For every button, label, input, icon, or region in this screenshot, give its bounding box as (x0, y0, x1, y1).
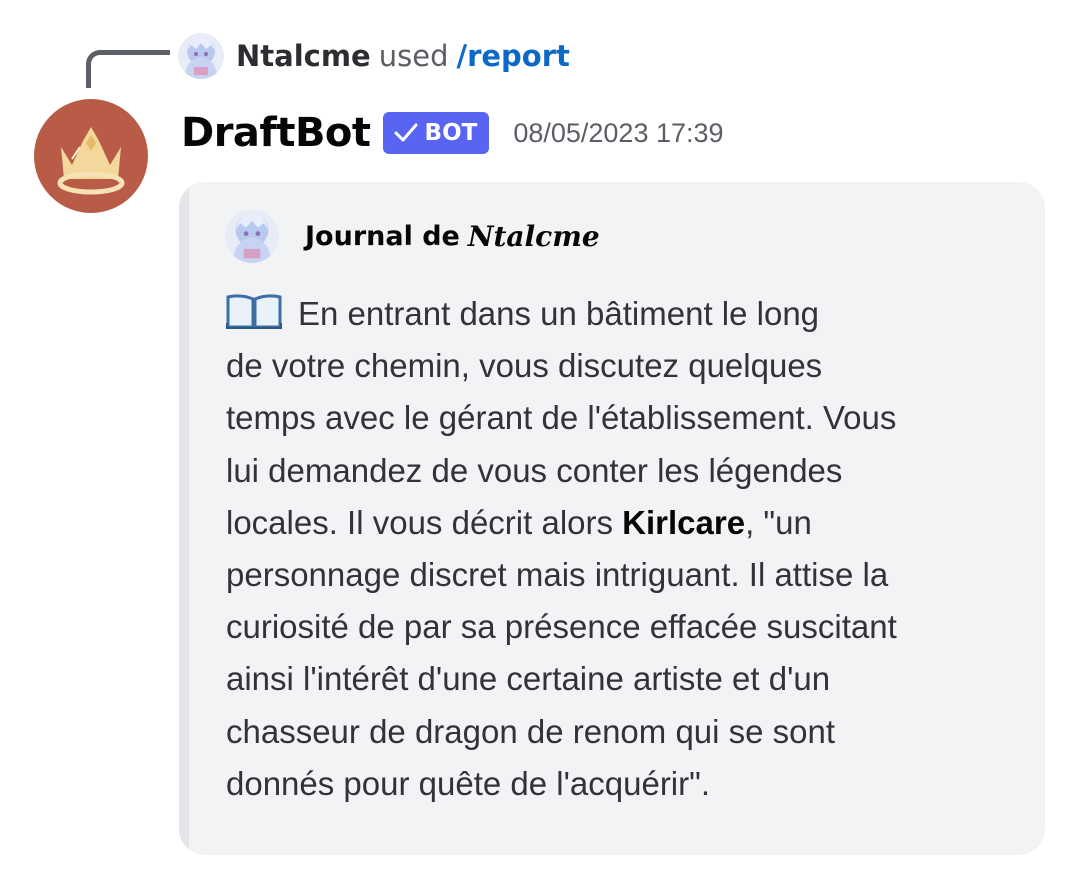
message-header: DraftBot BOT 08/05/2023 17:39 (181, 103, 724, 163)
embed-accent-bar (179, 182, 189, 855)
reply-used-text: used (378, 39, 449, 73)
description-line: locales. Il vous décrit alors Kirlcare, … (226, 503, 812, 541)
bot-username[interactable]: DraftBot (181, 110, 371, 156)
slash-command-link[interactable]: /report (456, 39, 569, 73)
embed-author-name: Ntalcme (467, 219, 600, 253)
description-line: En entrant dans un bâtiment le long (226, 288, 1026, 340)
checkmark-icon (394, 123, 418, 142)
description-line: personnage discret mais intriguant. Il a… (226, 556, 889, 594)
description-line: ainsi l'intérêt d'une certaine artiste e… (226, 660, 831, 698)
reply-username[interactable]: Ntalcme (236, 39, 371, 73)
description-line: curiosité de par sa présence effacée sus… (226, 608, 897, 646)
crown-icon (57, 127, 125, 195)
user-avatar[interactable] (178, 33, 224, 79)
embed-description: En entrant dans un bâtiment le long de v… (226, 288, 1026, 810)
chat-message: Ntalcme used /report DraftBot BOT 08/05/… (0, 0, 1080, 889)
message-embed: Journal de Ntalcme En entrant dans un bâ… (179, 182, 1045, 855)
description-line: donnés pour quête de l'acquérir". (226, 764, 711, 802)
embed-author: Journal de Ntalcme (225, 208, 600, 264)
character-name: Kirlcare (622, 503, 746, 541)
author-avatar (225, 209, 279, 263)
message-timestamp[interactable]: 08/05/2023 17:39 (513, 118, 723, 149)
bot-badge: BOT (382, 112, 490, 154)
description-line: de votre chemin, vous discutez quelques (226, 347, 823, 385)
bot-avatar[interactable] (34, 99, 148, 213)
reply-reference[interactable]: Ntalcme used /report (178, 32, 570, 80)
embed-author-prefix: Journal de (305, 220, 460, 252)
description-line: lui demandez de vous conter les légendes (226, 451, 843, 489)
description-line: chasseur de dragon de renom qui se sont (226, 712, 836, 750)
reply-connector (86, 50, 170, 88)
bot-badge-label: BOT (424, 120, 478, 146)
open-book-icon (226, 294, 282, 329)
description-line: temps avec le gérant de l'établissement.… (226, 399, 897, 437)
